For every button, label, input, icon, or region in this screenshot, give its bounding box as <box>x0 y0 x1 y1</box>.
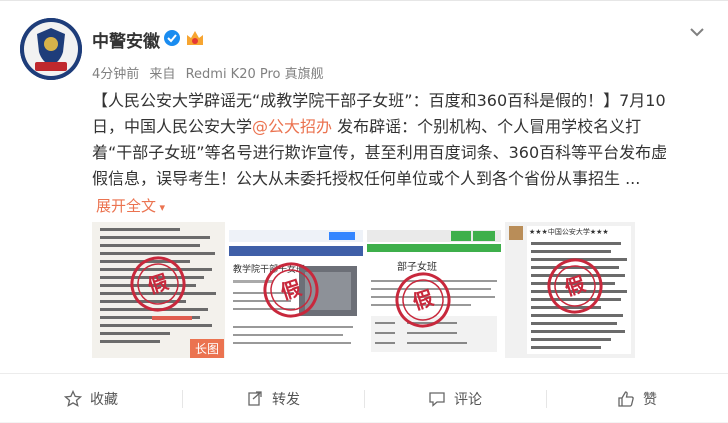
caret-down-icon: ▾ <box>156 201 166 214</box>
chevron-down-icon[interactable] <box>688 23 706 41</box>
username[interactable]: 中警安徽 <box>92 27 160 52</box>
post-line-2-a: 日，中国人民公安大学 <box>92 117 253 136</box>
post-time[interactable]: 4分钟前 <box>92 67 139 82</box>
encyclopedia-screenshot-image: 部子女班 假 <box>367 222 501 358</box>
comment-icon <box>429 391 445 407</box>
source-prefix: 来自 <box>149 67 176 82</box>
post-line-4: 假信息，误导考生！公大从未委托授权任何单位或个人到各个省份从事招生 ... <box>92 169 641 188</box>
post-source: Redmi K20 Pro 真旗舰 <box>185 67 324 82</box>
comment-button[interactable]: 评论 <box>364 374 546 423</box>
post-line-2: 日，中国人民公安大学@公大招办 发布辟谣：个别机构、个人冒用学校名义打 <box>92 114 704 140</box>
thumbs-up-icon <box>618 390 634 407</box>
image-gallery: 假 教学院干部子女班 假 部子女班 假 ★★★中国公安大学★★★ 假 长图 <box>92 222 635 358</box>
police-emblem-icon <box>20 18 82 80</box>
favorite-button[interactable]: 收藏 <box>0 374 182 423</box>
chat-screenshot-image: ★★★中国公安大学★★★ 假 <box>505 222 635 358</box>
image-thumbnail-2[interactable]: 教学院干部子女班 假 <box>229 222 363 358</box>
expand-full-text-link[interactable]: 展开全文 ▾ <box>96 195 165 216</box>
comment-label: 评论 <box>454 391 482 408</box>
like-label: 赞 <box>643 391 657 408</box>
image-thumbnail-3[interactable]: 部子女班 假 <box>367 222 501 358</box>
expand-label: 展开全文 <box>96 197 157 215</box>
post-line-2-b: 发布辟谣：个别机构、个人冒用学校名义打 <box>332 117 642 136</box>
repost-button[interactable]: 转发 <box>182 374 364 423</box>
post-line-3: 着“干部子女班”等名号进行欺诈宣传，甚至利用百度词条、360百科等平台发布虚 <box>92 143 668 162</box>
image-thumbnail-4[interactable]: ★★★中国公安大学★★★ 假 <box>505 222 635 358</box>
action-bar: 收藏 转发 评论 赞 <box>0 373 728 423</box>
verified-icon <box>164 30 180 46</box>
post-text: 【人民公安大学辟谣无“成教学院干部子女班”：百度和360百科是假的！】7月10 … <box>92 88 704 192</box>
webpage-screenshot-image: 教学院干部子女班 假 <box>229 222 363 358</box>
weibo-post-card: 中警安徽 4分钟前 来自 Redmi K20 Pro 真旗舰 【人民公安大学辟谣… <box>0 0 728 422</box>
repost-icon <box>248 390 262 406</box>
image-3-title: 部子女班 <box>397 260 437 273</box>
star-icon <box>64 389 82 407</box>
long-image-tag: 长图 <box>189 339 224 358</box>
avatar[interactable] <box>20 18 82 80</box>
post-meta: 4分钟前 来自 Redmi K20 Pro 真旗舰 <box>92 63 324 82</box>
favorite-label: 收藏 <box>90 391 118 408</box>
like-button[interactable]: 赞 <box>546 374 728 423</box>
repost-label: 转发 <box>272 391 300 408</box>
mention-link[interactable]: @公大招办 <box>252 117 332 136</box>
member-badge-icon[interactable] <box>185 29 205 47</box>
image-4-title: ★★★中国公安大学★★★ <box>529 227 609 236</box>
post-line-1: 【人民公安大学辟谣无“成教学院干部子女班”：百度和360百科是假的！】7月10 <box>92 91 666 110</box>
image-thumbnail-1[interactable]: 假 <box>92 222 225 358</box>
notice-screenshot-image: 假 <box>92 222 225 358</box>
